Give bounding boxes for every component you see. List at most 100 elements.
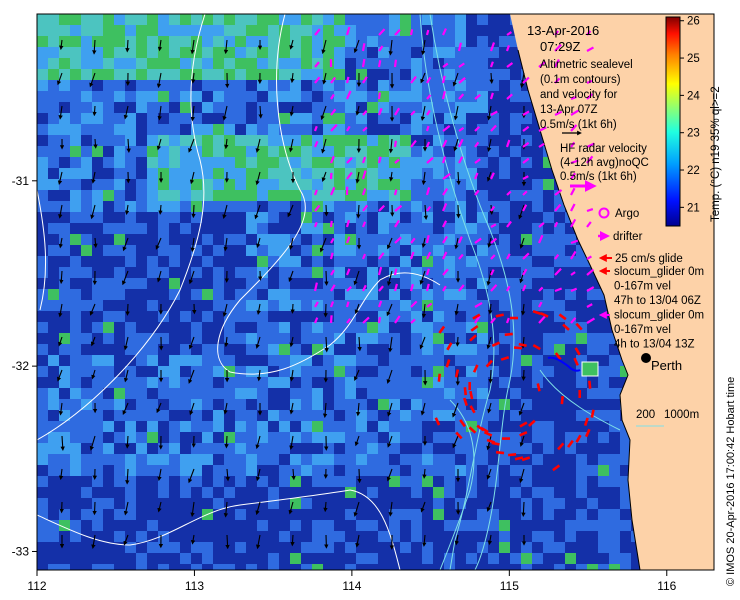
altimetry-line: and velocity for xyxy=(540,89,618,101)
sst-cell xyxy=(400,212,411,223)
sst-cell xyxy=(268,69,279,80)
sst-cell xyxy=(367,487,378,498)
sst-cell xyxy=(532,388,543,399)
sst-cell xyxy=(301,25,312,36)
sst-cell xyxy=(356,454,367,465)
sst-cell xyxy=(202,322,213,333)
sst-cell xyxy=(213,80,224,91)
sst-cell xyxy=(169,476,180,487)
sst-cell xyxy=(81,421,92,432)
sst-cell xyxy=(37,80,48,91)
sst-cell xyxy=(37,47,48,58)
sst-cell xyxy=(543,432,554,443)
radar-vector xyxy=(393,140,398,148)
sst-cell xyxy=(433,454,444,465)
sst-cell xyxy=(81,333,92,344)
sst-cell xyxy=(202,234,213,245)
sst-cell xyxy=(158,520,169,531)
sst-cell xyxy=(180,520,191,531)
sst-cell xyxy=(532,289,543,300)
sst-cell xyxy=(422,168,433,179)
sst-cell xyxy=(125,223,136,234)
sst-cell xyxy=(477,454,488,465)
sst-cell xyxy=(136,245,147,256)
sst-cell xyxy=(246,36,257,47)
sst-cell xyxy=(246,366,257,377)
sst-cell xyxy=(235,553,246,564)
sst-cell xyxy=(587,465,598,476)
sst-cell xyxy=(334,223,345,234)
sst-cell xyxy=(169,487,180,498)
sst-cell xyxy=(587,476,598,487)
sst-cell xyxy=(411,443,422,454)
sst-cell xyxy=(367,91,378,102)
sst-cell xyxy=(587,509,598,520)
sst-cell xyxy=(169,344,180,355)
sst-cell xyxy=(224,124,235,135)
sst-cell xyxy=(510,476,521,487)
sst-cell xyxy=(301,179,312,190)
sst-cell xyxy=(312,454,323,465)
argo-label: Argo xyxy=(615,208,639,220)
sst-cell xyxy=(323,542,334,553)
sst-cell xyxy=(125,531,136,542)
sst-cell xyxy=(257,14,268,25)
sst-cell xyxy=(510,113,521,124)
sst-cell xyxy=(345,487,356,498)
sst-cell xyxy=(455,487,466,498)
sst-cell xyxy=(169,531,180,542)
sst-cell xyxy=(92,443,103,454)
sst-cell xyxy=(103,278,114,289)
sst-cell xyxy=(224,234,235,245)
sst-cell xyxy=(411,157,422,168)
altimetry-vector xyxy=(357,468,362,484)
sst-cell xyxy=(202,168,213,179)
sst-cell xyxy=(114,443,125,454)
radar-vector xyxy=(377,92,381,100)
sst-cell xyxy=(433,91,444,102)
sst-cell xyxy=(202,124,213,135)
sst-cell xyxy=(180,201,191,212)
sst-cell xyxy=(48,113,59,124)
sst-cell xyxy=(180,47,191,58)
sst-cell xyxy=(532,542,543,553)
sst-cell xyxy=(246,91,257,102)
sst-cell xyxy=(389,256,400,267)
sst-cell xyxy=(257,520,268,531)
sst-cell xyxy=(323,443,334,454)
sst-cell xyxy=(477,102,488,113)
sst-cell xyxy=(433,245,444,256)
sst-cell xyxy=(367,542,378,553)
sst-cell xyxy=(521,366,532,377)
sst-cell xyxy=(213,91,224,102)
sst-cell xyxy=(114,289,125,300)
sst-cell xyxy=(48,366,59,377)
sst-cell xyxy=(323,366,334,377)
sst-cell xyxy=(202,245,213,256)
radar-vector xyxy=(425,29,430,36)
sst-cell xyxy=(37,366,48,377)
sst-cell xyxy=(499,201,510,212)
sst-cell xyxy=(433,520,444,531)
sst-cell xyxy=(356,14,367,25)
sst-cell xyxy=(510,80,521,91)
sst-cell xyxy=(70,498,81,509)
sst-cell xyxy=(114,366,125,377)
sst-cell xyxy=(114,553,125,564)
sst-cell xyxy=(81,366,92,377)
sst-cell xyxy=(213,520,224,531)
sst-cell xyxy=(136,190,147,201)
sst-cell xyxy=(389,355,400,366)
sst-cell xyxy=(202,487,213,498)
sst-cell xyxy=(257,476,268,487)
sst-cell xyxy=(510,289,521,300)
sst-cell xyxy=(279,201,290,212)
sst-cell xyxy=(92,102,103,113)
sst-cell xyxy=(565,410,576,421)
sst-cell xyxy=(367,69,378,80)
sst-cell xyxy=(235,245,246,256)
sst-cell xyxy=(334,476,345,487)
sst-cell xyxy=(114,168,125,179)
sst-cell xyxy=(136,91,147,102)
sst-cell xyxy=(246,168,257,179)
